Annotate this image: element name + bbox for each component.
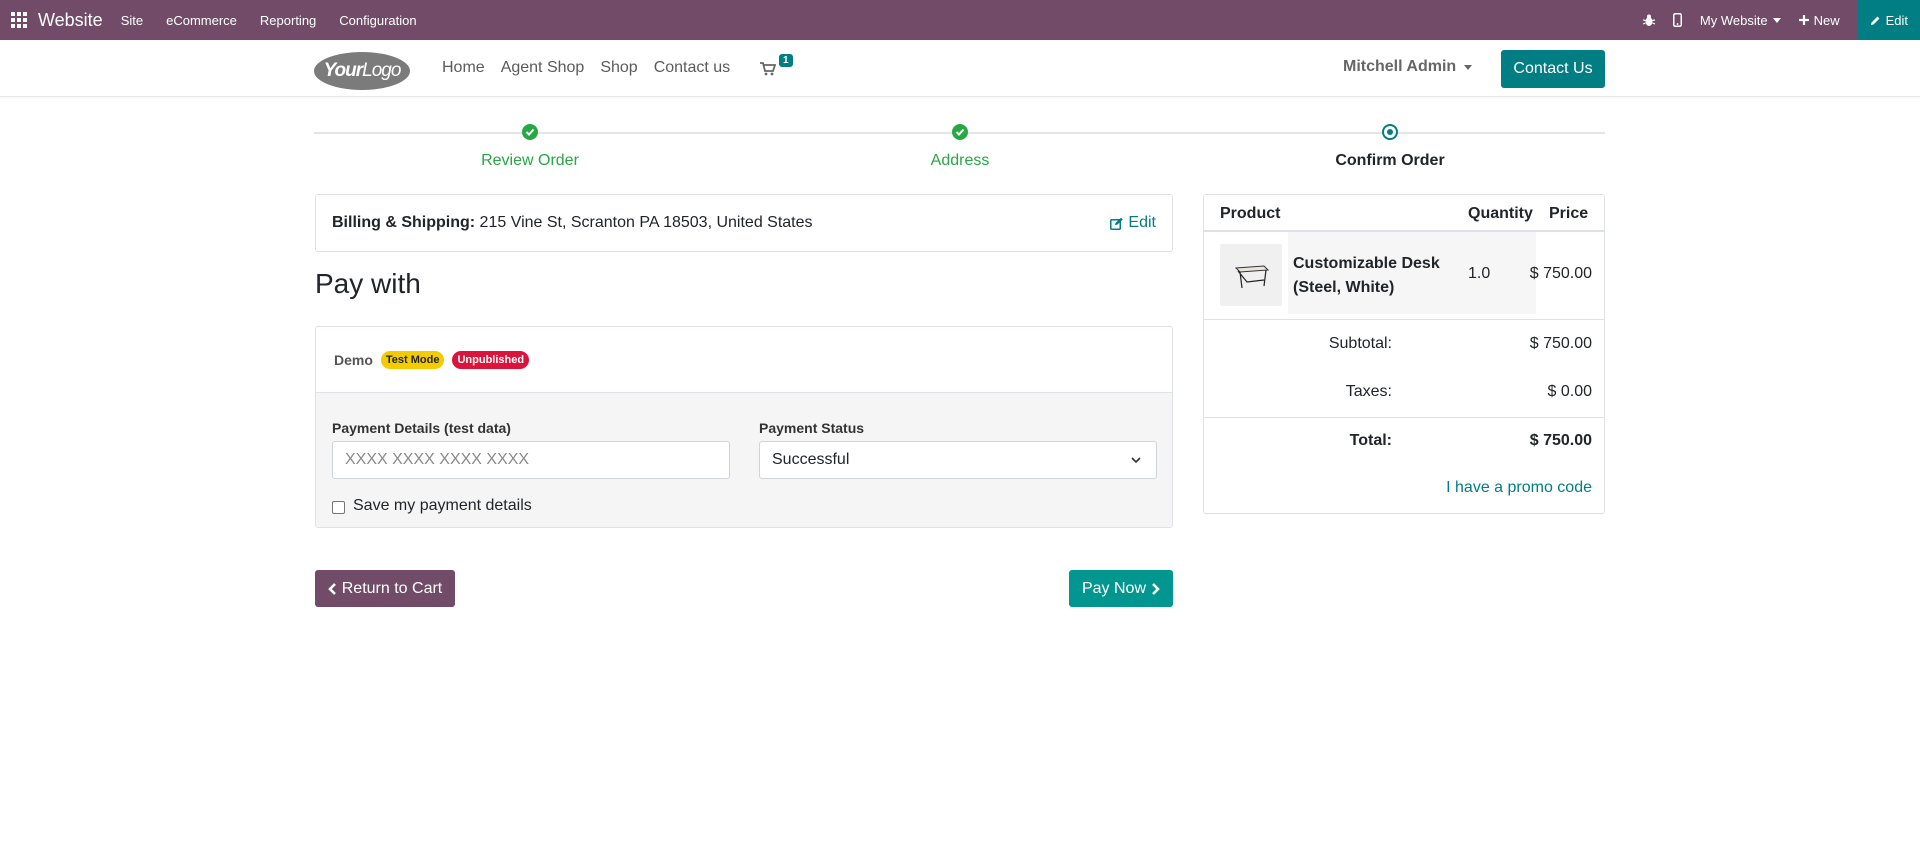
user-name: Mitchell Admin [1343,58,1457,75]
apps-grid-icon [11,12,27,28]
payment-status-select[interactable]: Successful [759,441,1157,479]
cart-link[interactable]: 1 [760,54,800,80]
cart-count-badge: 1 [779,54,793,67]
mobile-icon [1672,13,1682,27]
payment-status-value: Successful [772,451,850,468]
step-address-check-icon [952,124,968,140]
save-payment-label[interactable]: Save my payment details [353,497,532,515]
row-divider [1204,319,1604,320]
return-label: Return to Cart [341,579,443,597]
payment-provider-header[interactable]: Demo Test Mode Unpublished [316,327,1172,393]
caret-down-icon [1772,17,1781,23]
admin-navbar: Website Site eCommerce Reporting Configu… [0,0,1920,40]
nav-agent-shop[interactable]: Agent Shop [501,59,585,77]
unpublished-badge: Unpublished [452,350,530,369]
chevron-down-icon [1131,457,1141,464]
step-address[interactable]: Address [860,152,1060,170]
mobile-preview-button[interactable] [1672,13,1682,27]
shopping-cart-icon [760,62,776,76]
edit-page-button[interactable]: Edit [1857,0,1920,40]
payment-provider-card: Demo Test Mode Unpublished Payment Detai… [315,326,1173,528]
bug-icon [1642,14,1655,26]
main-nav: Home Agent Shop Shop Contact us [442,40,746,96]
product-name[interactable]: Customizable Desk (Steel, White) [1293,252,1443,300]
caret-down-icon [1464,64,1473,70]
pencil-icon [1870,16,1880,25]
step-review-order[interactable]: Review Order [430,152,630,170]
website-switcher[interactable]: My Website [1700,13,1781,28]
nav-contact-us[interactable]: Contact us [654,59,730,77]
site-logo[interactable]: Your Logo [314,52,410,90]
edit-address-link[interactable]: Edit [1110,214,1156,232]
billing-label: Billing & Shipping: [332,214,476,231]
debug-button[interactable] [1642,14,1655,27]
col-header-price: Price [1549,205,1589,222]
billing-address: 215 Vine St, Scranton PA 18503, United S… [479,214,813,231]
pay-now-button[interactable]: Pay Now [1069,570,1173,607]
chevron-right-icon [1152,582,1160,595]
total-label: Total: [1349,432,1392,449]
save-payment-checkbox[interactable] [332,501,345,514]
edit-label: Edit [1128,214,1156,231]
menu-configuration[interactable]: Configuration [339,13,416,28]
website-switcher-label: My Website [1699,12,1768,28]
total-value: $ 750.00 [1529,432,1592,449]
pay-label: Pay Now [1081,579,1147,597]
apps-menu-button[interactable] [0,0,38,40]
app-brand[interactable]: Website [38,10,103,31]
plus-icon [1798,15,1809,25]
desk-image-icon [1234,265,1270,289]
taxes-label: Taxes: [1345,383,1392,400]
test-mode-badge: Test Mode [380,350,445,369]
promo-code-link[interactable]: I have a promo code [1446,479,1592,497]
new-content-button[interactable]: New [1798,12,1840,28]
return-to-cart-button[interactable]: Return to Cart [315,570,455,607]
new-label: New [1813,12,1840,28]
pay-with-heading: Pay with [315,268,421,299]
chevron-left-icon [327,582,336,595]
order-summary: Product Quantity Price Customizable Desk… [1203,194,1605,514]
billing-shipping-box: Billing & Shipping: 215 Vine St, Scranto… [315,194,1173,252]
provider-name: Demo [334,351,373,368]
menu-ecommerce[interactable]: eCommerce [166,13,237,28]
step-confirm-order: Confirm Order [1335,152,1445,169]
contact-us-button[interactable]: Contact Us [1501,50,1605,88]
nav-home[interactable]: Home [442,59,485,77]
subtotal-label: Subtotal: [1328,335,1392,352]
subtotal-value: $ 750.00 [1529,335,1592,352]
nav-shop[interactable]: Shop [600,59,637,77]
payment-details-label: Payment Details (test data) [332,420,511,436]
col-header-quantity: Quantity [1468,205,1533,222]
edit-label: Edit [1885,12,1908,28]
payment-details-input[interactable]: XXXX XXXX XXXX XXXX [332,441,730,479]
product-price: $ 750.00 [1529,265,1592,282]
taxes-value: $ 0.00 [1547,383,1592,400]
site-header: Your Logo Home Agent Shop Shop Contact us… [0,40,1920,97]
col-header-product: Product [1220,205,1281,222]
menu-site[interactable]: Site [121,13,143,28]
menu-reporting[interactable]: Reporting [260,13,316,28]
edit-icon [1110,217,1124,230]
step-review-check-icon [522,124,538,140]
payment-status-label: Payment Status [759,420,865,436]
total-divider [1204,417,1604,418]
step-confirm-active-icon [1382,124,1398,140]
product-thumbnail[interactable] [1220,244,1282,306]
product-quantity: 1.0 [1468,265,1491,282]
payment-form: Payment Details (test data) XXXX XXXX XX… [316,393,1172,527]
user-menu[interactable]: Mitchell Admin [1343,58,1473,76]
